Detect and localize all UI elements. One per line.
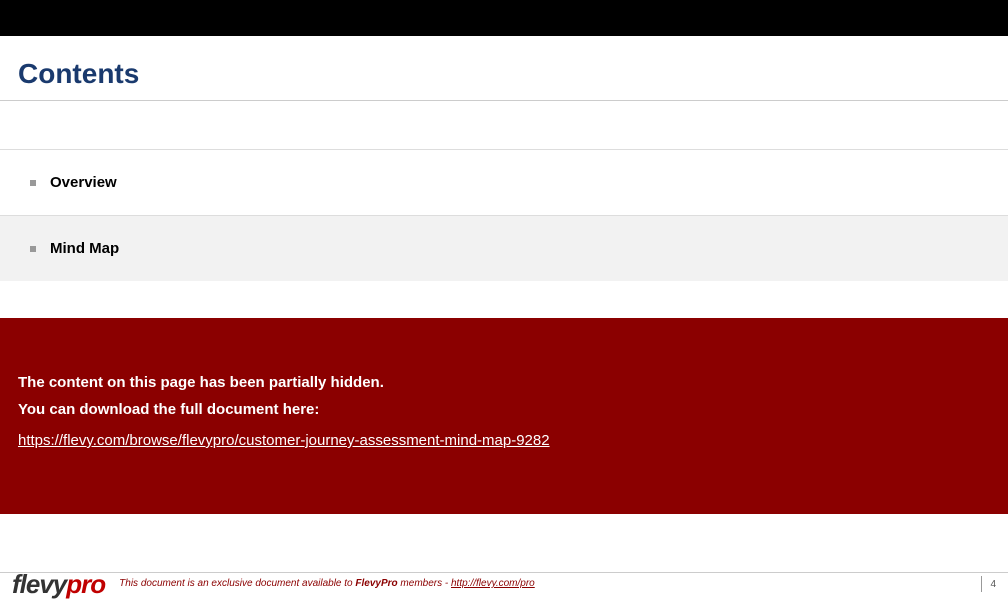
footer-text-prefix: This document is an exclusive document a… [119, 578, 355, 589]
bullet-row: Overview [30, 174, 990, 191]
contents-item-mindmap: Mind Map [0, 215, 1008, 281]
contents-list: Overview Mind Map [0, 149, 1008, 281]
footer-logo-part1: flevy [12, 569, 66, 599]
footer-text-suffix: members - [398, 578, 451, 589]
page-number: 4 [981, 576, 996, 592]
footer-bar: flevypro This document is an exclusive d… [0, 572, 1008, 594]
header-section: Contents [0, 36, 1008, 101]
footer-text: This document is an exclusive document a… [119, 578, 535, 589]
bullet-icon [30, 246, 36, 252]
page-title: Contents [18, 58, 990, 90]
bullet-icon [30, 180, 36, 186]
contents-item-label: Mind Map [50, 240, 119, 257]
top-black-bar [0, 0, 1008, 36]
footer-text-bold: FlevyPro [355, 578, 397, 589]
contents-item-label: Overview [50, 174, 117, 191]
hidden-banner-link[interactable]: https://flevy.com/browse/flevypro/custom… [18, 432, 550, 449]
footer-logo-part2: pro [66, 569, 105, 599]
footer-logo: flevypro [12, 571, 105, 597]
hidden-banner-line2: You can download the full document here: [18, 401, 990, 418]
contents-item-overview: Overview [0, 149, 1008, 215]
bullet-row: Mind Map [30, 240, 990, 257]
hidden-banner-line1: The content on this page has been partia… [18, 374, 990, 391]
hidden-content-banner: The content on this page has been partia… [0, 318, 1008, 514]
footer-link[interactable]: http://flevy.com/pro [451, 578, 535, 589]
